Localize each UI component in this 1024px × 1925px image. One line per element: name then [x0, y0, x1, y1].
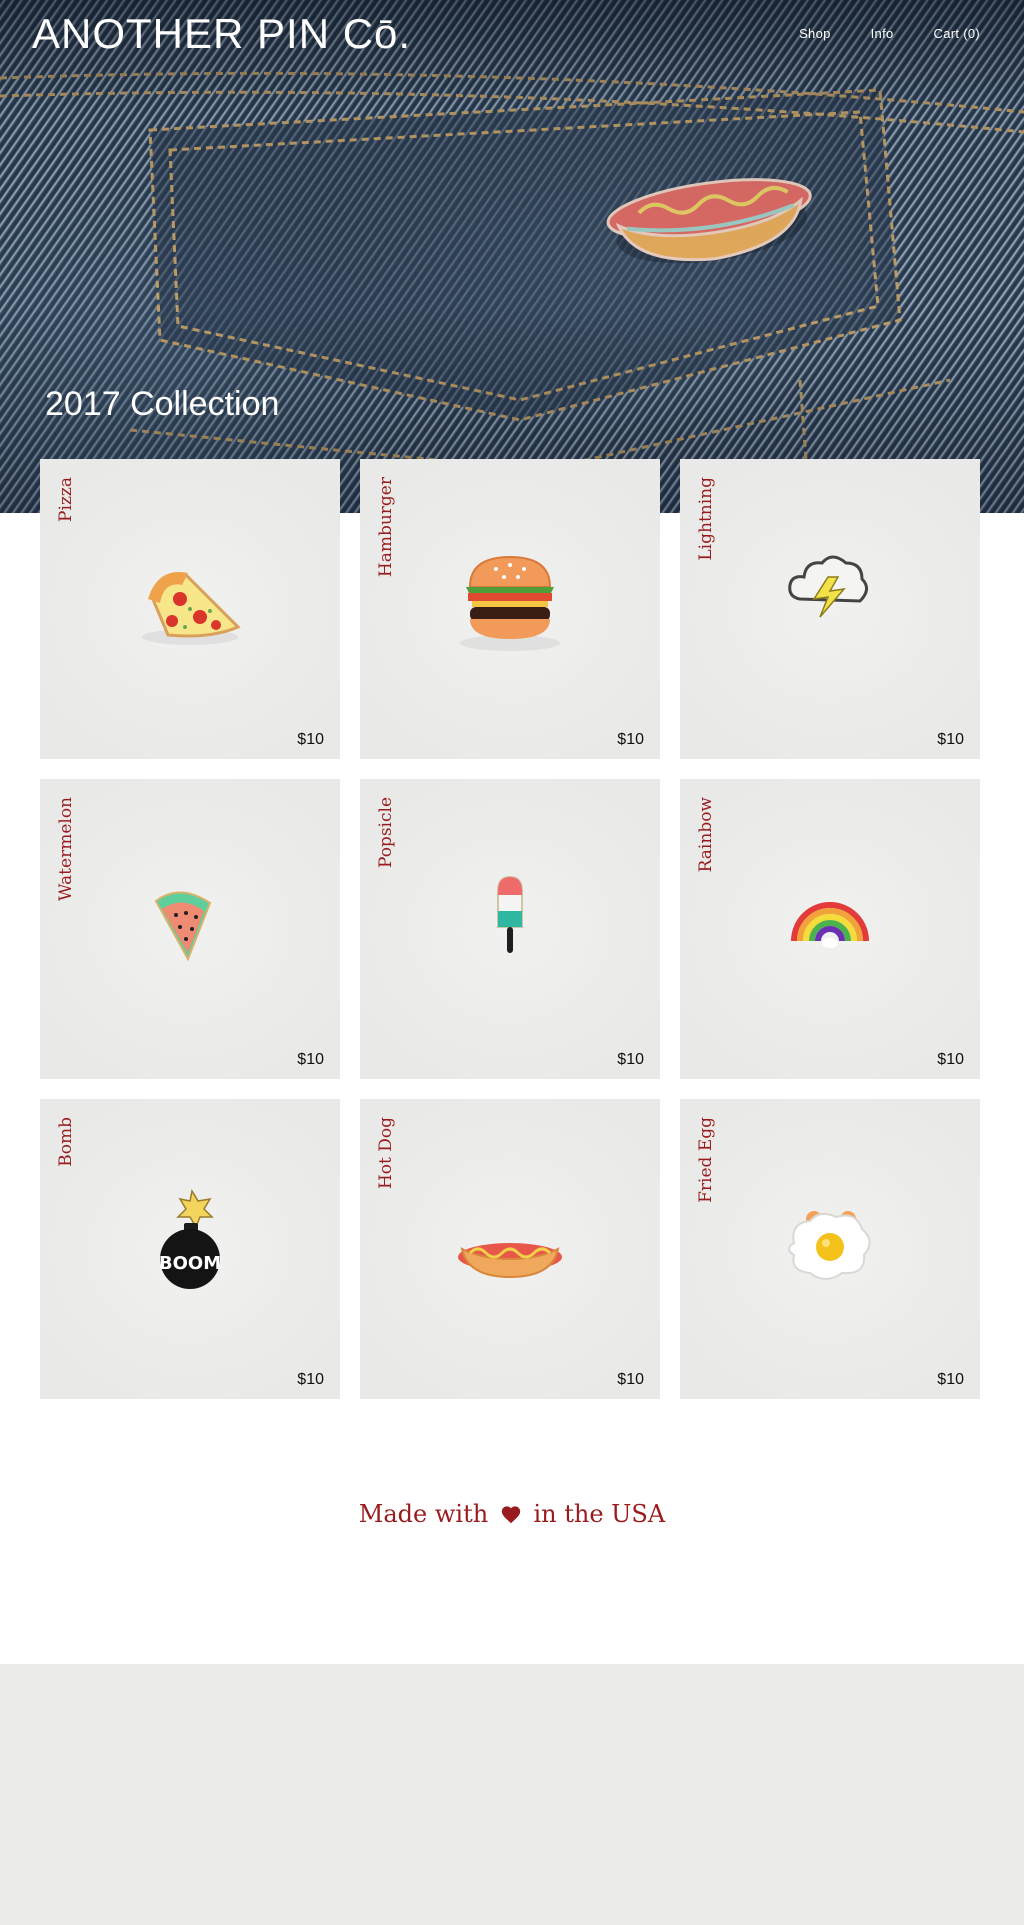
hot-dog-pin-icon — [458, 1243, 562, 1279]
product-card-rainbow[interactable]: Rainbow $10 — [680, 779, 980, 1079]
nav-cart[interactable]: Cart (0) — [934, 26, 980, 41]
product-card-hot-dog[interactable]: Hot Dog $10 — [360, 1099, 660, 1399]
product-name: Hamburger — [376, 477, 396, 578]
product-price: $10 — [297, 1051, 324, 1068]
product-name: Fried Egg — [696, 1117, 716, 1203]
product-card-watermelon[interactable]: Watermelon $10 — [40, 779, 340, 1079]
product-card-pizza[interactable]: Pizza $10 — [40, 459, 340, 759]
watermelon-pin-icon — [154, 891, 212, 962]
rainbow-pin-icon — [791, 902, 869, 948]
product-price: $10 — [297, 1371, 324, 1388]
product-grid: Pizza $10 Hamburger $10 Lightning $10 Wa… — [40, 459, 980, 1399]
product-name: Rainbow — [696, 797, 716, 873]
product-name: Hot Dog — [376, 1117, 396, 1190]
main-nav: Shop Info Cart (0) — [799, 26, 980, 41]
heart-icon — [501, 1506, 521, 1524]
product-name: Watermelon — [56, 797, 76, 901]
product-name: Lightning — [696, 477, 716, 561]
product-price: $10 — [937, 1051, 964, 1068]
product-card-bomb[interactable]: BOOM Bomb $10 — [40, 1099, 340, 1399]
fried-egg-pin-icon — [788, 1211, 871, 1280]
product-name: Popsicle — [376, 797, 396, 869]
footer-area — [0, 1664, 1024, 1925]
hero-banner — [0, 0, 1024, 513]
made-with-suffix: in the USA — [533, 1500, 666, 1528]
product-card-popsicle[interactable]: Popsicle $10 — [360, 779, 660, 1079]
nav-info[interactable]: Info — [871, 26, 894, 41]
popsicle-pin-icon — [497, 875, 523, 953]
made-with-text: Made with in the USA — [0, 1500, 1024, 1528]
hamburger-pin-icon — [460, 555, 560, 651]
product-card-hamburger[interactable]: Hamburger $10 — [360, 459, 660, 759]
product-card-lightning[interactable]: Lightning $10 — [680, 459, 980, 759]
nav-shop[interactable]: Shop — [799, 26, 831, 41]
product-price: $10 — [617, 731, 644, 748]
product-price: $10 — [297, 731, 324, 748]
product-card-fried-egg[interactable]: Fried Egg $10 — [680, 1099, 980, 1399]
pizza-pin-icon — [142, 572, 241, 645]
product-price: $10 — [937, 731, 964, 748]
svg-text:BOOM: BOOM — [159, 1253, 221, 1274]
made-with-prefix: Made with — [358, 1500, 489, 1528]
lightning-cloud-pin-icon — [788, 555, 868, 618]
site-logo[interactable]: ANOTHER PIN Cō. — [32, 10, 411, 58]
collection-title: 2017 Collection — [45, 385, 280, 423]
hero-overlay — [0, 0, 1024, 513]
product-price: $10 — [617, 1371, 644, 1388]
product-price: $10 — [937, 1371, 964, 1388]
product-name: Pizza — [56, 477, 76, 522]
product-name: Bomb — [56, 1117, 76, 1167]
bomb-pin-icon: BOOM — [159, 1188, 221, 1289]
product-price: $10 — [617, 1051, 644, 1068]
